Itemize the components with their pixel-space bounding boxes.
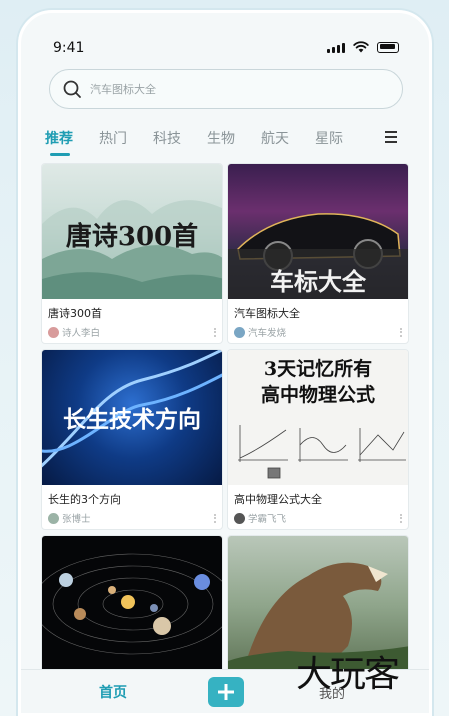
search-icon <box>63 80 81 98</box>
card-title: 长生的3个方向 <box>48 493 121 506</box>
card-image-title-line1: 3天记忆所有 <box>263 358 373 380</box>
status-icons <box>327 41 399 53</box>
tab-biology[interactable]: 生物 <box>207 128 235 148</box>
card-image-landscape: 唐诗300首 <box>42 164 222 299</box>
add-button[interactable] <box>208 677 244 707</box>
card-image-solar-system <box>42 536 222 674</box>
card-meta: 张博士 <box>42 507 222 529</box>
card-tang-poems[interactable]: 唐诗300首 唐诗300首 诗人李白 <box>41 163 223 344</box>
tab-tech[interactable]: 科技 <box>153 128 181 148</box>
card-meta: 汽车发烧 <box>228 321 408 343</box>
card-title: 高中物理公式大全 <box>234 493 322 506</box>
card-longevity[interactable]: 长生技术方向 长生的3个方向 张博士 <box>41 349 223 530</box>
phone-frame: 9:41 汽车图标大全 推荐 热门 科技 生物 航天 星际 唐诗300首 唐诗3… <box>18 10 432 716</box>
tab-interstellar[interactable]: 星际 <box>315 128 343 148</box>
card-title: 唐诗300首 <box>48 307 102 320</box>
avatar <box>234 512 245 524</box>
card-author: 汽车发烧 <box>248 328 287 339</box>
avatar <box>48 512 59 524</box>
card-image-title-line2: 高中物理公式 <box>260 384 375 406</box>
more-icon[interactable] <box>214 513 216 523</box>
card-image-formulas: 3天记忆所有 高中物理公式 <box>228 350 408 485</box>
card-title: 汽车图标大全 <box>234 307 300 320</box>
wifi-icon <box>353 41 369 53</box>
more-icon[interactable] <box>400 513 402 523</box>
plus-icon <box>218 684 234 700</box>
card-meta: 学霸飞飞 <box>228 507 408 529</box>
card-image-dna: 长生技术方向 <box>42 350 222 485</box>
card-image-title-block: 3天记忆所有 高中物理公式 <box>228 356 408 408</box>
menu-icon[interactable] <box>385 131 397 143</box>
tab-hot[interactable]: 热门 <box>99 128 127 148</box>
avatar <box>48 326 59 338</box>
tab-recommend[interactable]: 推荐 <box>45 128 73 156</box>
card-image-title: 车标大全 <box>270 267 366 296</box>
watermark: 大玩客 <box>296 654 400 695</box>
card-author: 学霸飞飞 <box>248 514 287 525</box>
more-icon[interactable] <box>400 327 402 337</box>
card-meta: 诗人李白 <box>42 321 222 343</box>
card-author: 张博士 <box>62 514 91 525</box>
cellular-signal-icon <box>327 42 345 53</box>
search-bar[interactable]: 汽车图标大全 <box>49 69 403 109</box>
card-physics-formulas[interactable]: 3天记忆所有 高中物理公式 高中物理公式大全 学霸飞飞 <box>227 349 409 530</box>
search-input[interactable]: 汽车图标大全 <box>90 81 156 97</box>
card-image-title: 唐诗300首 <box>65 222 199 252</box>
category-tabs: 推荐 热门 科技 生物 航天 星际 <box>45 123 409 156</box>
avatar <box>234 326 245 338</box>
planets-illustration <box>42 553 222 655</box>
nav-home[interactable]: 首页 <box>99 682 127 702</box>
battery-icon <box>377 41 399 53</box>
more-icon[interactable] <box>214 327 216 337</box>
card-author: 诗人李白 <box>62 328 101 339</box>
card-solar-system[interactable] <box>41 535 223 675</box>
card-image-title: 长生技术方向 <box>63 406 201 433</box>
card-car-logos[interactable]: 车标大全 汽车图标大全 汽车发烧 <box>227 163 409 344</box>
status-bar: 9:41 <box>21 13 429 73</box>
card-image-car: 车标大全 <box>228 164 408 299</box>
status-time: 9:41 <box>53 40 85 56</box>
tab-aerospace[interactable]: 航天 <box>261 128 289 148</box>
